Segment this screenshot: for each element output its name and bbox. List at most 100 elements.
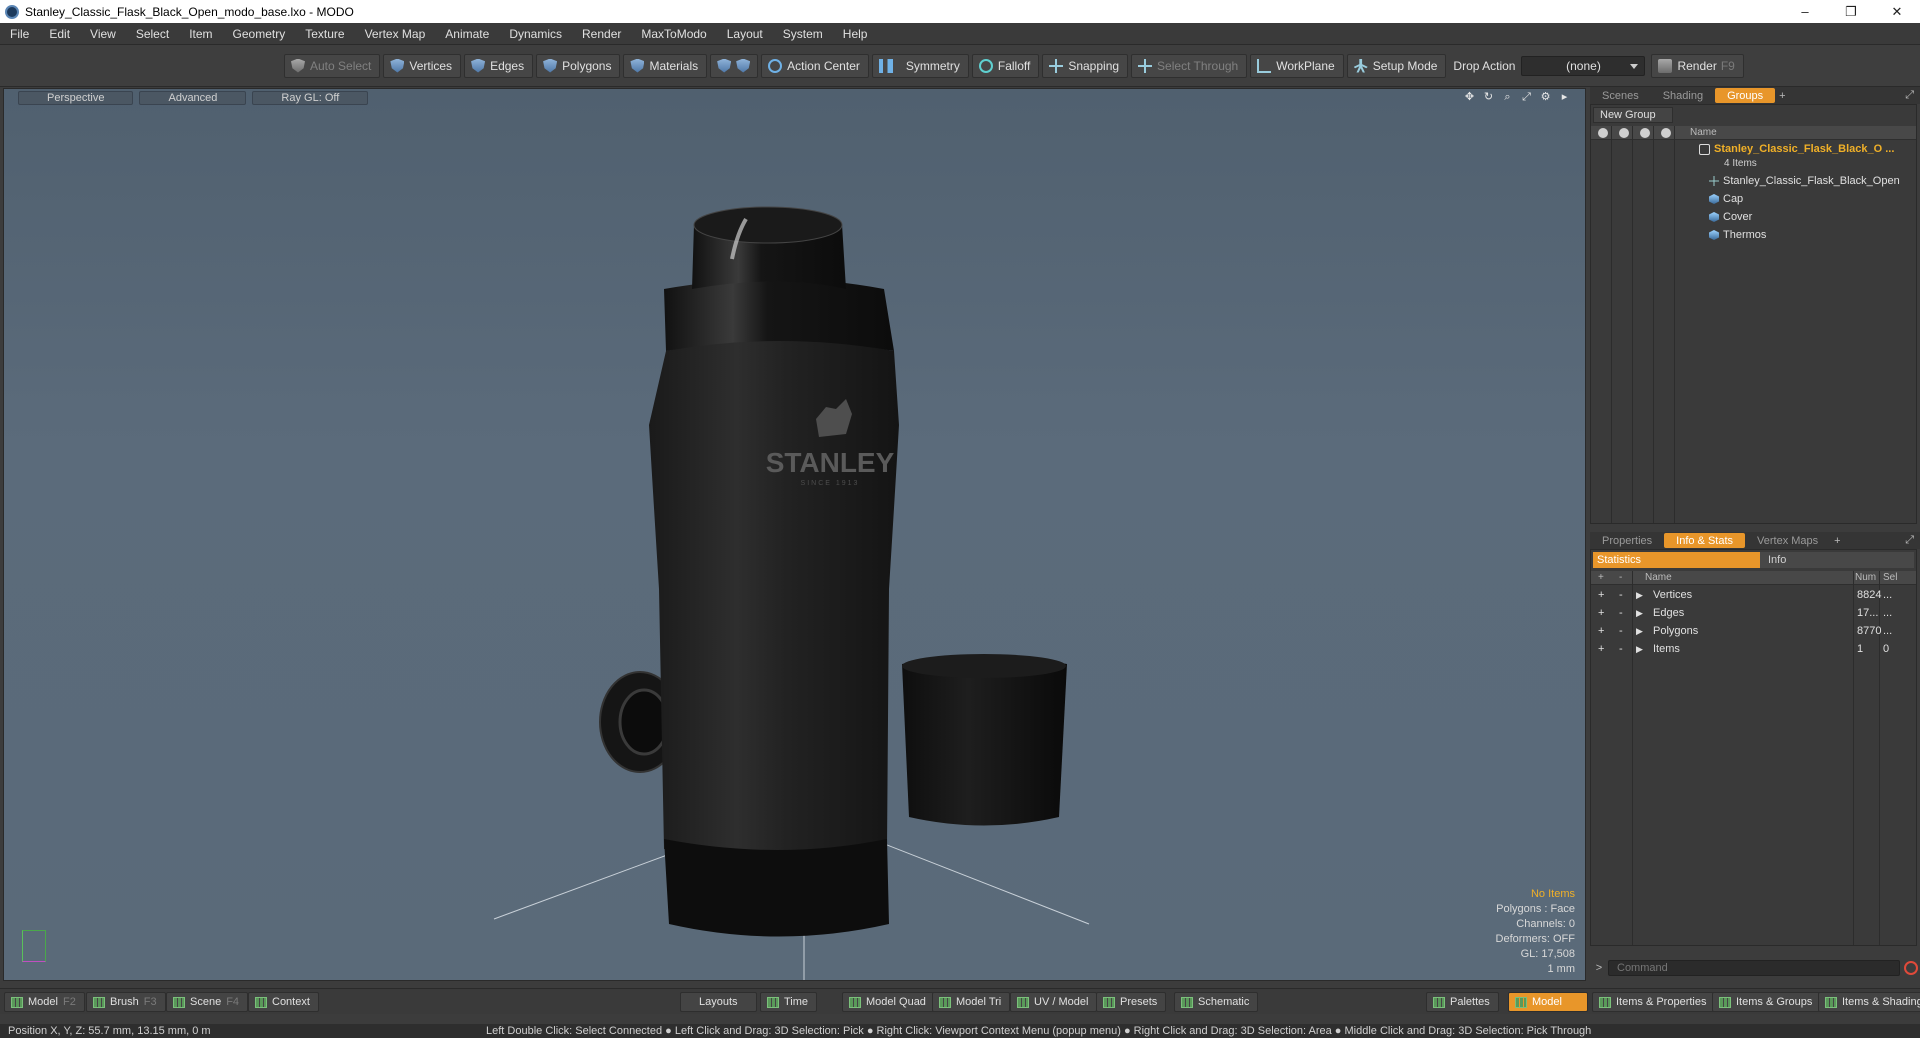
tree-arrow-icon[interactable]: ▶	[1636, 608, 1643, 619]
tab-info-stats[interactable]: Info & Stats	[1664, 533, 1746, 548]
model-tri-button[interactable]: Model Tri	[932, 992, 1011, 1012]
items-properties-button[interactable]: Items & Properties	[1592, 992, 1716, 1012]
stats-row-polygons[interactable]: + - ▶ Polygons 8770 ...	[1591, 623, 1916, 641]
model-quad-button[interactable]: Model Quad	[842, 992, 935, 1012]
minimize-button[interactable]: –	[1782, 0, 1828, 23]
items-groups-button[interactable]: Items & Groups	[1712, 992, 1822, 1012]
tab-scenes[interactable]: Scenes	[1590, 88, 1651, 103]
menu-item[interactable]: Item	[179, 27, 222, 41]
chevron-down-icon	[1630, 63, 1639, 69]
close-button[interactable]: ✕	[1874, 0, 1920, 23]
presets-button[interactable]: Presets	[1096, 992, 1167, 1012]
expand-icon[interactable]: +	[1598, 625, 1604, 637]
menu-file[interactable]: File	[0, 27, 39, 41]
setup-mode-button[interactable]: Setup Mode	[1346, 53, 1447, 78]
menu-view[interactable]: View	[80, 27, 126, 41]
time-layout-button[interactable]: Time	[760, 992, 818, 1012]
tab-vertex-maps[interactable]: Vertex Maps	[1745, 533, 1830, 548]
new-group-button[interactable]: New Group	[1593, 107, 1673, 123]
menu-system[interactable]: System	[773, 27, 833, 41]
menu-dynamics[interactable]: Dynamics	[499, 27, 572, 41]
expand-icon[interactable]: +	[1598, 589, 1604, 601]
auto-select-button[interactable]: Auto Select	[284, 53, 381, 78]
menu-layout[interactable]: Layout	[717, 27, 773, 41]
axis-gizmo	[22, 930, 46, 962]
materials-button[interactable]: Materials	[623, 53, 708, 78]
scene-panel-tabs: Scenes Shading Groups + ⤢	[1590, 87, 1920, 104]
group-item-flask[interactable]: Stanley_Classic_Flask_Black_Open	[1709, 173, 1900, 189]
brush-layout-button[interactable]: Brush F3	[86, 992, 166, 1012]
polygons-icon	[543, 58, 558, 73]
expand-icon[interactable]: +	[1598, 643, 1604, 655]
context-layout-button[interactable]: Context	[248, 992, 319, 1012]
stats-row-edges[interactable]: + - ▶ Edges 17... ...	[1591, 605, 1916, 623]
collapse-icon[interactable]: -	[1619, 625, 1623, 637]
add-tab-icon[interactable]: +	[1775, 88, 1789, 103]
expand-panel-icon[interactable]: ⤢	[1905, 534, 1914, 547]
model-layout-button[interactable]: Model F2	[4, 992, 85, 1012]
drop-action-select[interactable]: (none)	[1521, 55, 1646, 76]
tab-groups[interactable]: Groups	[1715, 88, 1776, 103]
tab-shading[interactable]: Shading	[1651, 88, 1715, 103]
tree-arrow-icon[interactable]: ▶	[1636, 590, 1643, 601]
action-center-button[interactable]: Action Center	[761, 53, 869, 78]
items-shading-button[interactable]: Items & Shading	[1818, 992, 1920, 1012]
render-button[interactable]: Render F9	[1651, 53, 1744, 78]
group-icon	[1699, 143, 1710, 155]
scene-layout-button[interactable]: Scene F4	[166, 992, 249, 1012]
workplane-button[interactable]: WorkPlane	[1250, 53, 1344, 78]
uv-model-button[interactable]: UV / Model	[1010, 992, 1098, 1012]
model-active-button[interactable]: Model	[1508, 992, 1588, 1012]
menu-edit[interactable]: Edit	[39, 27, 80, 41]
mesh-icon	[1709, 230, 1719, 240]
tree-arrow-icon[interactable]: ▶	[1636, 644, 1643, 655]
menu-vertex-map[interactable]: Vertex Map	[355, 27, 436, 41]
restore-button[interactable]: ❐	[1828, 0, 1874, 23]
menu-render[interactable]: Render	[572, 27, 631, 41]
grid-icon	[93, 996, 105, 1008]
tree-arrow-icon[interactable]: ▶	[1636, 626, 1643, 637]
command-input[interactable]	[1608, 960, 1900, 976]
info-subtab[interactable]: Info	[1760, 552, 1914, 568]
command-record-icon[interactable]	[1904, 961, 1918, 975]
menu-animate[interactable]: Animate	[435, 27, 499, 41]
falloff-button[interactable]: Falloff	[971, 53, 1040, 78]
group-row-root[interactable]: Stanley_Classic_Flask_Black_O ...	[1699, 141, 1894, 157]
menu-texture[interactable]: Texture	[295, 27, 354, 41]
group-item-cap[interactable]: Cap	[1709, 191, 1743, 207]
visibility-eye-icon[interactable]	[1598, 128, 1608, 138]
main-toolbar: Auto Select Vertices Edges Polygons Mate…	[0, 45, 1920, 87]
stats-row-items[interactable]: + - ▶ Items 1 0	[1591, 641, 1916, 659]
symmetry-button[interactable]: Symmetry	[871, 53, 969, 78]
statistics-subtab[interactable]: Statistics	[1593, 552, 1760, 568]
menu-maxtomodo[interactable]: MaxToModo	[631, 27, 716, 41]
add-tab-icon[interactable]: +	[1830, 533, 1844, 548]
edges-button[interactable]: Edges	[464, 53, 534, 78]
group-item-thermos[interactable]: Thermos	[1709, 227, 1766, 243]
collapse-icon[interactable]: -	[1619, 643, 1623, 655]
render-toggle-icon[interactable]	[1619, 128, 1629, 138]
stats-row-vertices[interactable]: + - ▶ Vertices 8824 ...	[1591, 587, 1916, 605]
select-toggle-icon[interactable]	[1661, 128, 1671, 138]
collapse-icon[interactable]: -	[1619, 589, 1623, 601]
group-item-cover[interactable]: Cover	[1709, 209, 1752, 225]
vertices-button[interactable]: Vertices	[383, 53, 462, 78]
3d-viewport[interactable]: Perspective Advanced Ray GL: Off ✥ ↻ ⌕ ⤢…	[3, 88, 1586, 981]
item-mode-button[interactable]	[710, 53, 759, 78]
expand-all-icon[interactable]: +	[1598, 572, 1604, 583]
select-through-button[interactable]: Select Through	[1131, 53, 1248, 78]
menu-geometry[interactable]: Geometry	[223, 27, 296, 41]
tab-properties[interactable]: Properties	[1590, 533, 1664, 548]
palettes-button[interactable]: Palettes	[1426, 992, 1499, 1012]
menu-select[interactable]: Select	[126, 27, 179, 41]
expand-panel-icon[interactable]: ⤢	[1905, 89, 1914, 102]
menu-help[interactable]: Help	[833, 27, 878, 41]
collapse-icon[interactable]: -	[1619, 607, 1623, 619]
schematic-button[interactable]: Schematic	[1174, 992, 1259, 1012]
expand-icon[interactable]: +	[1598, 607, 1604, 619]
snapping-button[interactable]: Snapping	[1042, 53, 1129, 78]
collapse-all-icon[interactable]: -	[1619, 572, 1622, 583]
polygons-button[interactable]: Polygons	[536, 53, 621, 78]
layouts-button[interactable]: Layouts	[680, 992, 757, 1012]
lock-toggle-icon[interactable]	[1640, 128, 1650, 138]
